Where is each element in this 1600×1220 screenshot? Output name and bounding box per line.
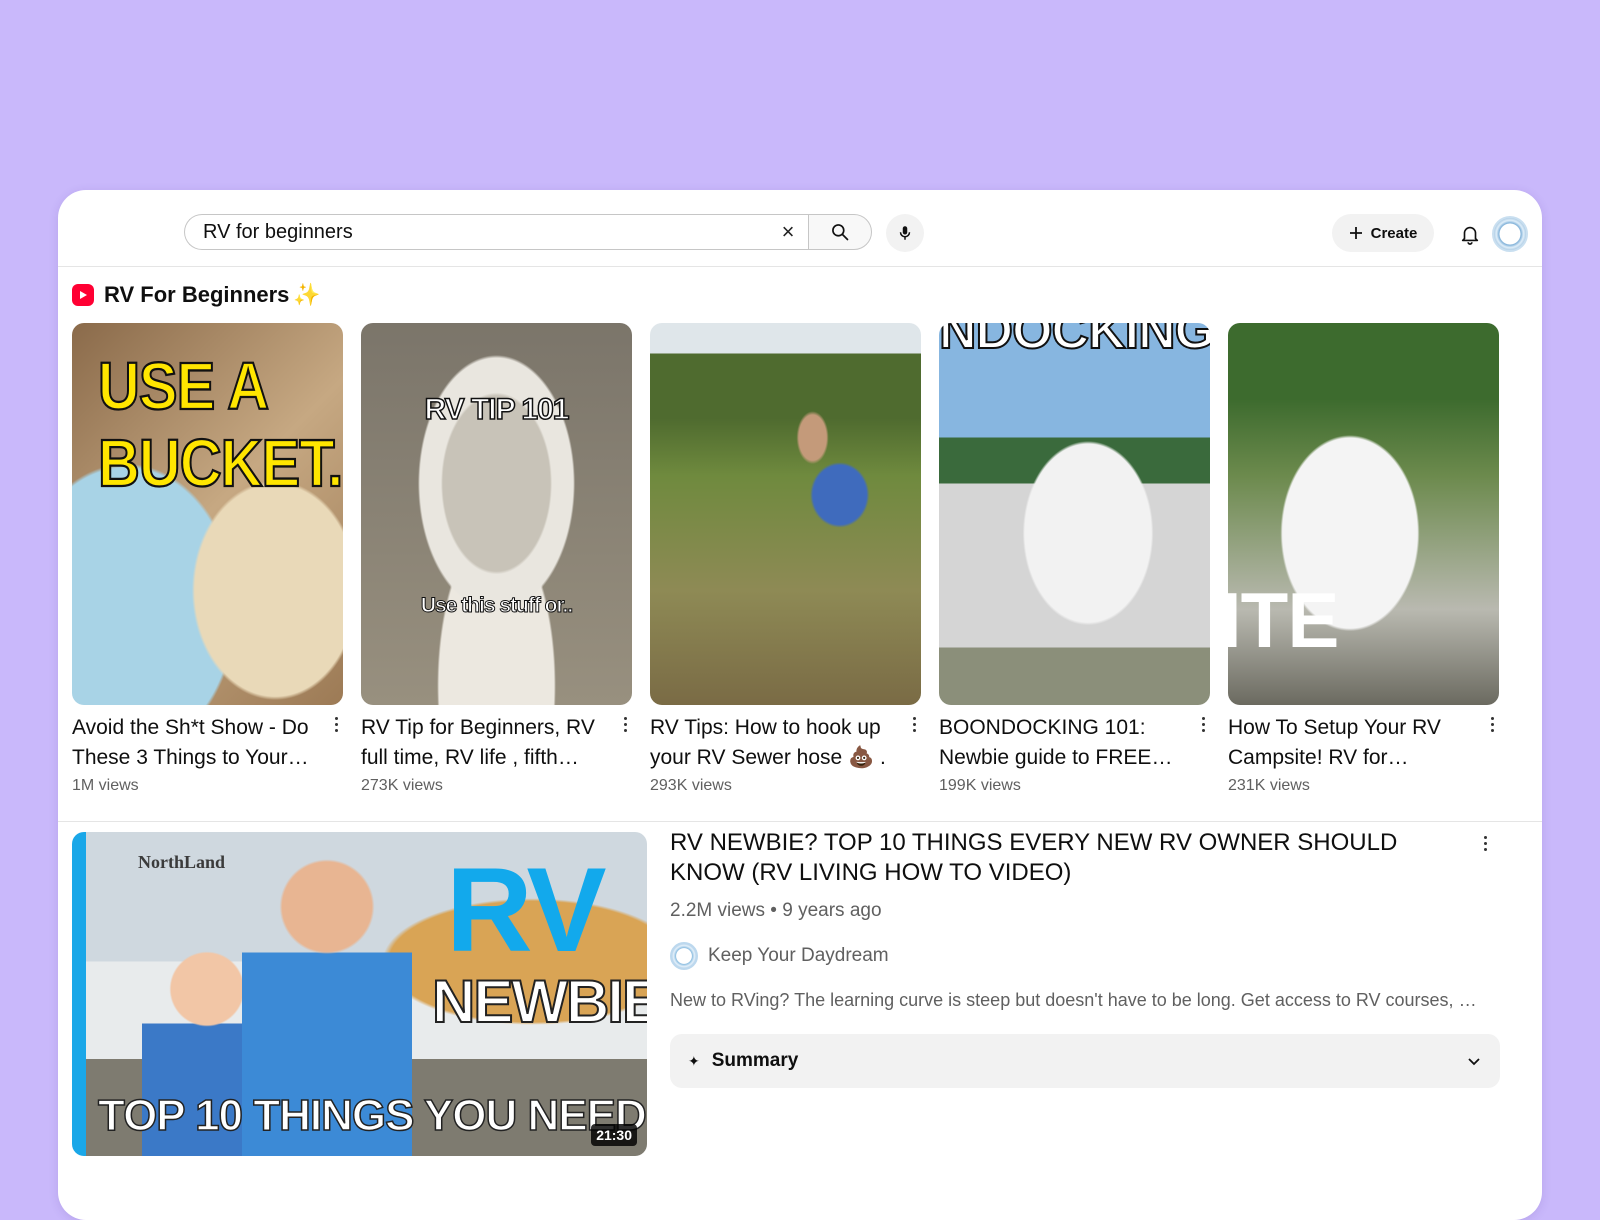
notifications-button[interactable] — [1452, 216, 1488, 252]
thumbnail-rv-text: RV — [446, 843, 607, 977]
short-thumbnail[interactable]: ITE — [1228, 323, 1499, 705]
short-views: 273K views — [361, 777, 443, 794]
clear-search-button[interactable]: × — [768, 215, 808, 249]
thumbnail-text: NDOCKING — [939, 323, 1210, 360]
video-title[interactable]: RV NEWBIE? TOP 10 THINGS EVERY NEW RV OW… — [670, 828, 1470, 888]
summary-label: Summary — [711, 1050, 799, 1071]
channel-link[interactable]: Keep Your Daydream — [670, 942, 889, 970]
section-divider — [58, 821, 1542, 822]
short-card[interactable]: ITE How To Setup Your RV Campsite! RV fo… — [1228, 323, 1499, 795]
short-views: 293K views — [650, 777, 732, 794]
summary-toggle[interactable]: ✦ Summary — [670, 1034, 1500, 1088]
thumbnail-text: RV TIP 101 — [424, 393, 570, 426]
short-title[interactable]: RV Tips: How to hook up your RV Sewer ho… — [650, 713, 895, 773]
close-icon: × — [781, 219, 795, 244]
short-thumbnail[interactable]: USE A BUCKET... — [72, 323, 343, 705]
thumbnail-text: USE A BUCKET... — [97, 348, 343, 502]
more-options-icon[interactable] — [907, 711, 921, 737]
more-options-icon[interactable] — [1478, 830, 1492, 856]
search-input[interactable] — [185, 216, 768, 248]
more-options-icon[interactable] — [1485, 711, 1499, 737]
search-icon — [832, 224, 849, 241]
short-thumbnail[interactable]: NDOCKING — [939, 323, 1210, 705]
thumbnail-brand-text: NorthLand — [138, 852, 226, 872]
short-thumbnail[interactable]: RV TIP 101 Use this stuff or.. — [361, 323, 632, 705]
channel-avatar[interactable] — [670, 942, 698, 970]
short-title[interactable]: How To Setup Your RV Campsite! RV for… — [1228, 713, 1473, 773]
video-description: New to RVing? The learning curve is stee… — [670, 990, 1477, 1010]
account-avatar[interactable] — [1492, 216, 1528, 252]
top-bar: × Create — [58, 190, 1542, 267]
chevron-down-icon — [1468, 1058, 1480, 1066]
short-views: 231K views — [1228, 777, 1310, 794]
video-thumbnail[interactable]: NorthLand RV NEWBIE? TOP 10 THINGS YOU N… — [72, 832, 647, 1156]
short-views: 199K views — [939, 777, 1021, 794]
search-box[interactable]: × — [184, 214, 808, 250]
thumbnail-newbie-text: NEWBIE? — [431, 968, 647, 1035]
short-title[interactable]: Avoid the Sh*t Show - Do These 3 Things … — [72, 713, 317, 773]
short-card[interactable]: RV TIP 101 Use this stuff or.. RV Tip fo… — [361, 323, 632, 795]
search-button[interactable] — [808, 214, 872, 250]
short-card[interactable]: USE A BUCKET... Avoid the Sh*t Show - Do… — [72, 323, 343, 795]
sparkle-icon: ✨ — [293, 282, 321, 307]
shorts-logo-icon — [72, 284, 94, 306]
thumbnail-subtext: Use this stuff or.. — [420, 594, 573, 617]
plus-icon — [1349, 227, 1362, 239]
more-options-icon[interactable] — [1196, 711, 1210, 737]
short-thumbnail[interactable] — [650, 323, 921, 705]
video-duration: 21:30 — [591, 1124, 637, 1146]
create-button[interactable]: Create — [1332, 214, 1434, 252]
short-card[interactable]: NDOCKING BOONDOCKING 101: Newbie guide t… — [939, 323, 1210, 795]
short-card[interactable]: RV Tips: How to hook up your RV Sewer ho… — [650, 323, 921, 795]
voice-search-button[interactable] — [886, 214, 924, 252]
sparkle-icon: ✦ — [688, 1052, 700, 1069]
microphone-icon — [899, 226, 911, 240]
thumbnail-text: ITE — [1228, 576, 1339, 664]
more-options-icon[interactable] — [618, 711, 632, 737]
thumbnail-top10-text: TOP 10 THINGS YOU NEED TO KNOW! — [97, 1091, 647, 1140]
shelf-title: RV For Beginners — [104, 282, 290, 307]
bell-icon — [1461, 226, 1479, 245]
channel-name[interactable]: Keep Your Daydream — [708, 945, 889, 967]
create-label: Create — [1370, 224, 1418, 242]
video-meta: 2.2M views • 9 years ago — [670, 900, 882, 921]
short-views: 1M views — [72, 777, 139, 794]
short-title[interactable]: RV Tip for Beginners, RV full time, RV l… — [361, 713, 606, 773]
browser-window: × Create — [58, 190, 1542, 1220]
more-options-icon[interactable] — [329, 711, 343, 737]
short-title[interactable]: BOONDOCKING 101: Newbie guide to FREE… — [939, 713, 1184, 773]
shorts-shelf-header: RV For Beginners ✨ — [72, 280, 321, 310]
